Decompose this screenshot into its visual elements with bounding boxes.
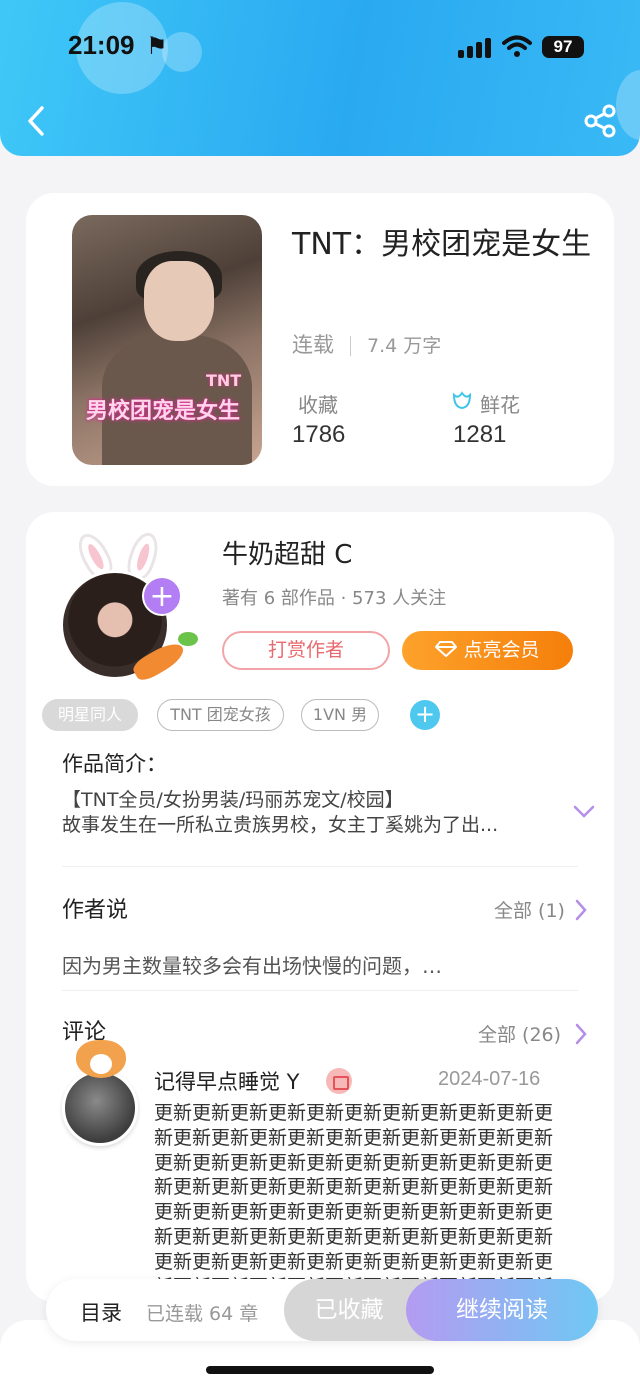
cover-figure-face	[144, 261, 214, 341]
intro-heading: 作品简介：	[62, 752, 167, 776]
divider	[62, 866, 578, 867]
follow-plus-button[interactable]: +	[142, 576, 182, 616]
commenter-avatar[interactable]	[62, 1040, 142, 1146]
wifi-icon	[502, 35, 532, 57]
author-card: + 牛奶超甜 C 著有 6 部作品 · 573 人关注 打赏作者 点亮会员 明星…	[26, 512, 614, 1302]
book-meta: 连载 7.4 万字	[292, 329, 441, 359]
reward-author-button[interactable]: 打赏作者	[222, 631, 390, 670]
status-time: 21:09	[68, 30, 135, 60]
commenter-name[interactable]: 记得早点睡觉 Y	[154, 1066, 300, 1096]
continue-reading-button[interactable]: 继续阅读	[406, 1279, 598, 1341]
fork-knife-icon: ⚑	[146, 32, 168, 60]
intro-text[interactable]: 【TNT全员/女扮男装/玛丽苏宠文/校园】 故事发生在一所私立贵族男校，女主丁奚…	[62, 788, 552, 838]
vip-label: 点亮会员	[463, 639, 540, 661]
chevron-right-icon[interactable]	[574, 898, 588, 922]
author-says-heading: 作者说	[62, 898, 129, 923]
chevron-left-icon[interactable]	[22, 104, 50, 138]
author-says-all-link[interactable]: 全部 (1)	[494, 896, 565, 923]
collected-label: 已收藏	[314, 1297, 384, 1323]
book-cover[interactable]: TNT 男校团宠是女生	[72, 215, 262, 465]
word-count: 7.4 万字	[367, 335, 442, 357]
home-indicator[interactable]	[206, 1366, 434, 1374]
book-info-card: TNT 男校团宠是女生 TNT：男校团宠是女生 连载 7.4 万字 收藏 1786…	[26, 193, 614, 486]
toc-button[interactable]: 目录	[80, 1297, 122, 1327]
bottom-action-bar: 目录 已连载 64 章 已收藏 继续阅读	[46, 1279, 598, 1341]
battery-indicator: 97	[542, 36, 584, 58]
flowers-value: 1281	[453, 421, 507, 448]
favorites-value: 1786	[292, 421, 346, 448]
diamond-icon	[435, 641, 458, 657]
decor-bubble	[616, 70, 640, 140]
author-says-text[interactable]: 因为男主数量较多会有出场快慢的问题，…	[62, 950, 442, 979]
tag-item[interactable]: 1VN 男	[301, 699, 379, 731]
tag-item[interactable]: 明星同人	[42, 699, 138, 731]
chevron-right-icon[interactable]	[574, 1022, 588, 1046]
cover-title: 男校团宠是女生	[86, 399, 241, 424]
comment-date: 2024-07-16	[438, 1068, 541, 1090]
book-title: TNT：男校团宠是女生	[292, 227, 592, 262]
top-header: 21:09 ⚑ 97	[0, 0, 640, 156]
cover-badge: TNT	[206, 371, 242, 390]
corgi-decoration	[76, 1040, 126, 1078]
meta-divider	[350, 336, 351, 356]
favorites-label: 收藏	[298, 393, 338, 417]
author-avatar-group[interactable]: +	[60, 528, 210, 685]
commenter-photo	[62, 1070, 138, 1146]
decor-bubble	[162, 32, 202, 72]
carrot-leaf-decoration	[178, 632, 198, 646]
intro-line-2: 故事发生在一所私立贵族男校，女主丁奚姚为了出...	[62, 814, 499, 836]
chapter-count: 已连载 64 章	[146, 1303, 259, 1325]
divider	[62, 990, 578, 991]
signal-icon	[458, 36, 492, 58]
vip-badge-icon	[326, 1068, 352, 1094]
share-icon[interactable]	[584, 104, 616, 138]
author-stats: 著有 6 部作品 · 573 人关注	[222, 588, 447, 609]
book-status: 连载	[292, 333, 334, 357]
chevron-down-icon[interactable]	[572, 804, 596, 820]
add-tag-button[interactable]: +	[410, 700, 440, 730]
comments-all-link[interactable]: 全部 (26)	[478, 1020, 561, 1047]
flower-icon	[452, 391, 472, 410]
comment-text: 更新更新更新更新更新更新更新更新更新更新更新更新更新更新更新更新更新更新更新更新…	[154, 1102, 554, 1302]
intro-line-1: 【TNT全员/女扮男装/玛丽苏宠文/校园】	[62, 789, 404, 811]
author-name[interactable]: 牛奶超甜 C	[222, 534, 352, 571]
tag-item[interactable]: TNT 团宠女孩	[157, 699, 284, 731]
flowers-label: 鲜花	[480, 393, 520, 417]
activate-vip-button[interactable]: 点亮会员	[402, 631, 573, 670]
